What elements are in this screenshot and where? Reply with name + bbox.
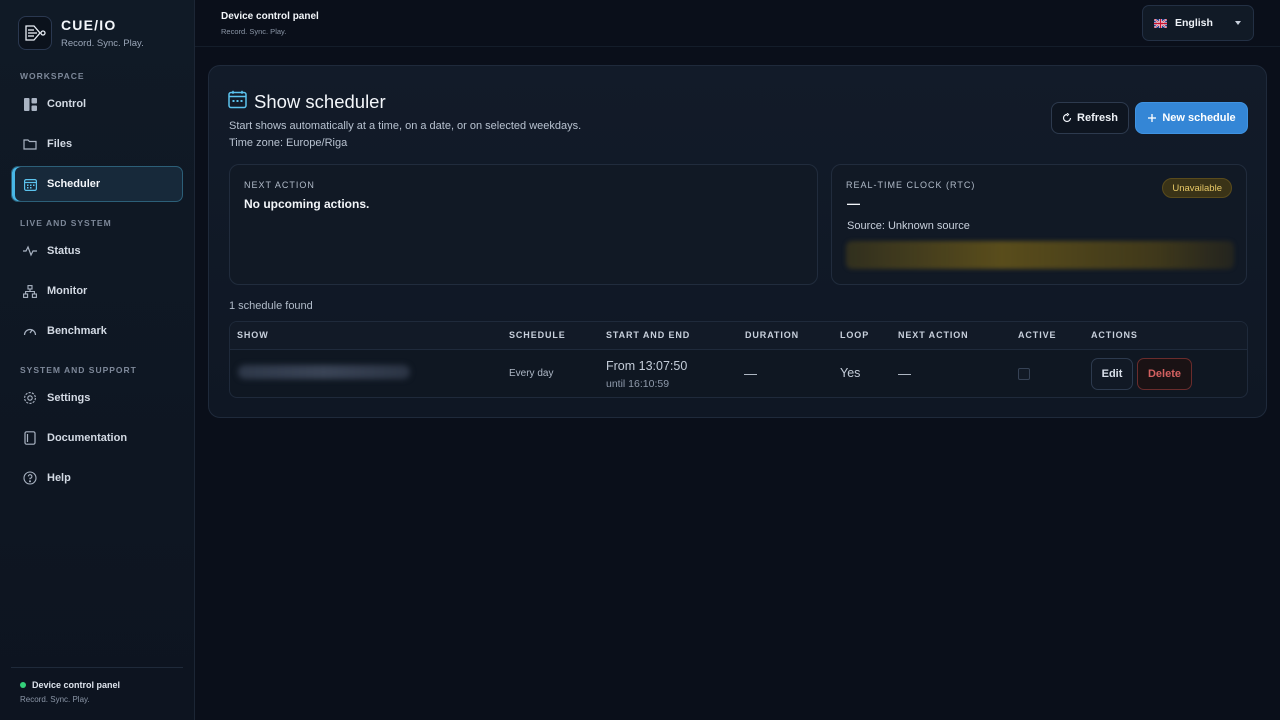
refresh-icon bbox=[1062, 113, 1072, 123]
schedule-table: SHOW SCHEDULE START AND END DURATION LOO… bbox=[229, 321, 1248, 398]
sidebar-item-label: Control bbox=[47, 98, 87, 110]
column-header-actions: ACTIONS bbox=[1091, 330, 1138, 340]
sidebar-item-scheduler[interactable]: Scheduler bbox=[11, 166, 183, 202]
rtc-label: REAL-TIME CLOCK (RTC) bbox=[846, 180, 976, 190]
brand[interactable]: CUE/IO Record. Sync. Play. bbox=[18, 16, 144, 50]
rtc-panel: REAL-TIME CLOCK (RTC) Unavailable — Sour… bbox=[831, 164, 1247, 285]
sidebar-item-label: Files bbox=[47, 138, 73, 150]
section-label-workspace: WORKSPACE bbox=[20, 71, 85, 81]
show-name-redacted bbox=[238, 365, 410, 379]
folder-icon bbox=[23, 137, 37, 151]
sidebar-item-label: Help bbox=[47, 472, 71, 484]
calendar-icon bbox=[23, 177, 37, 191]
chevron-down-icon bbox=[1235, 21, 1241, 25]
sidebar-item-help[interactable]: Help bbox=[11, 460, 183, 496]
section-label-system-and-support: SYSTEM AND SUPPORT bbox=[20, 365, 137, 375]
activity-icon bbox=[23, 244, 37, 258]
app-root: CUE/IO Record. Sync. Play. WORKSPACE Con… bbox=[0, 0, 1280, 720]
gauge-icon bbox=[23, 324, 37, 338]
sidebar-item-files[interactable]: Files bbox=[11, 126, 183, 162]
duration-cell: — bbox=[744, 366, 757, 381]
plus-icon bbox=[1147, 113, 1157, 123]
timezone-text: Time zone: Europe/Riga bbox=[229, 137, 348, 149]
redacted-blur bbox=[846, 241, 1234, 269]
footer-status: Device control panel Record. Sync. Play. bbox=[20, 680, 120, 704]
start-time-cell: From 13:07:50 bbox=[606, 359, 688, 373]
column-header-active: ACTIVE bbox=[1018, 330, 1057, 340]
page-description: Start shows automatically at a time, on … bbox=[229, 120, 582, 132]
topbar: Device control panel Record. Sync. Play.… bbox=[195, 0, 1280, 47]
language-label: English bbox=[1175, 17, 1213, 29]
column-header-show: SHOW bbox=[237, 330, 269, 340]
column-header-schedule: SCHEDULE bbox=[509, 330, 566, 340]
page-title-text: Show scheduler bbox=[254, 91, 386, 112]
column-header-loop: LOOP bbox=[840, 330, 870, 340]
sidebar-item-label: Status bbox=[47, 245, 81, 257]
sidebar-item-label: Monitor bbox=[47, 285, 88, 297]
delete-button[interactable]: Delete bbox=[1137, 358, 1192, 390]
brand-tagline: Record. Sync. Play. bbox=[61, 38, 144, 49]
column-header-next-action: NEXT ACTION bbox=[898, 330, 969, 340]
gear-icon bbox=[23, 391, 37, 405]
new-schedule-label: New schedule bbox=[1162, 112, 1236, 124]
sidebar-item-benchmark[interactable]: Benchmark bbox=[11, 313, 183, 349]
schedule-count: 1 schedule found bbox=[229, 300, 313, 312]
active-checkbox[interactable] bbox=[1018, 368, 1030, 380]
sidebar-item-documentation[interactable]: Documentation bbox=[11, 420, 183, 456]
edit-button[interactable]: Edit bbox=[1091, 358, 1133, 390]
page-title: Show scheduler bbox=[228, 90, 386, 114]
end-time-cell: until 16:10:59 bbox=[606, 378, 670, 390]
rtc-value: — bbox=[847, 196, 860, 211]
dashboard-icon bbox=[23, 97, 37, 111]
help-icon bbox=[23, 471, 37, 485]
uk-flag-icon bbox=[1154, 18, 1167, 28]
schedule-cell: Every day bbox=[509, 368, 554, 379]
sidebar-item-control[interactable]: Control bbox=[11, 86, 183, 122]
sidebar-item-label: Scheduler bbox=[47, 178, 101, 190]
sidebar-item-label: Benchmark bbox=[47, 325, 107, 337]
document-icon bbox=[23, 431, 37, 445]
loop-cell: Yes bbox=[840, 366, 861, 380]
sidebar-item-label: Settings bbox=[47, 392, 91, 404]
table-header: SHOW SCHEDULE START AND END DURATION LOO… bbox=[230, 322, 1247, 350]
sidebar-item-status[interactable]: Status bbox=[11, 233, 183, 269]
calendar-icon bbox=[228, 90, 247, 114]
next-action-panel: NEXT ACTION No upcoming actions. bbox=[229, 164, 818, 285]
table-row: Every day From 13:07:50 until 16:10:59 —… bbox=[230, 350, 1247, 397]
status-dot-icon bbox=[20, 682, 26, 688]
next-action-value: No upcoming actions. bbox=[244, 197, 370, 211]
sidebar-item-settings[interactable]: Settings bbox=[11, 380, 183, 416]
sidebar-item-label: Documentation bbox=[47, 432, 128, 444]
footer-title: Device control panel bbox=[32, 680, 121, 690]
footer-tagline: Record. Sync. Play. bbox=[20, 695, 90, 704]
column-header-duration: DURATION bbox=[745, 330, 800, 340]
scheduler-card: Show scheduler Start shows automatically… bbox=[208, 65, 1267, 418]
language-select[interactable]: English bbox=[1142, 5, 1254, 41]
next-action-cell: — bbox=[898, 366, 911, 381]
topbar-subtitle: Record. Sync. Play. bbox=[221, 27, 287, 36]
sidebar-divider bbox=[11, 667, 183, 668]
sidebar-item-monitor[interactable]: Monitor bbox=[11, 273, 183, 309]
sidebar: CUE/IO Record. Sync. Play. WORKSPACE Con… bbox=[0, 0, 195, 720]
network-icon bbox=[23, 284, 37, 298]
section-label-live-and-system: LIVE AND SYSTEM bbox=[20, 218, 112, 228]
topbar-title: Device control panel bbox=[221, 11, 319, 22]
refresh-label: Refresh bbox=[1077, 112, 1118, 124]
brand-name: CUE/IO bbox=[61, 17, 117, 33]
next-action-label: NEXT ACTION bbox=[244, 180, 315, 190]
rtc-source: Source: Unknown source bbox=[847, 220, 970, 232]
cueio-logo-icon bbox=[18, 16, 52, 50]
status-badge: Unavailable bbox=[1162, 178, 1232, 198]
refresh-button[interactable]: Refresh bbox=[1051, 102, 1129, 134]
new-schedule-button[interactable]: New schedule bbox=[1135, 102, 1248, 134]
column-header-start-end: START AND END bbox=[606, 330, 691, 340]
